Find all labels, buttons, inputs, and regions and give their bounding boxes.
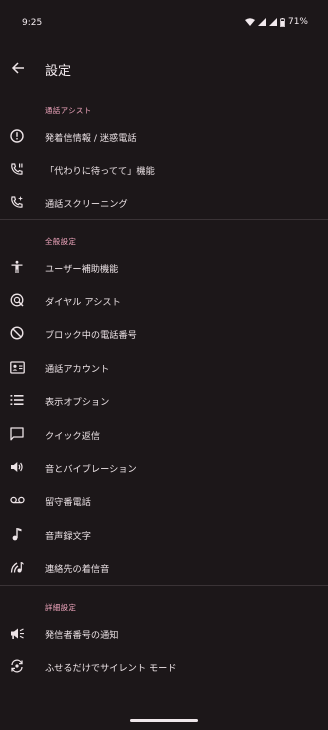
battery-percent: 71% — [287, 17, 308, 27]
setting-label: 表示オプション — [45, 397, 110, 408]
signal-icon-2 — [268, 18, 277, 26]
section-header-advanced: 詳細設定 — [45, 603, 77, 612]
status-bar: 9:25 71% — [0, 0, 328, 44]
wifi-icon — [244, 18, 255, 26]
setting-blocked-numbers[interactable]: ブロック中の電話番号 — [0, 317, 328, 350]
home-indicator[interactable] — [130, 719, 198, 722]
contact-card-icon — [9, 359, 25, 375]
phone-screening-icon — [9, 194, 25, 210]
section-divider — [0, 219, 328, 220]
status-time: 9:25 — [22, 18, 43, 28]
setting-sounds-vibration[interactable]: 音とバイブレーション — [0, 451, 328, 484]
setting-label: 通話アカウント — [45, 364, 110, 375]
section-header-call-assist: 通話アシスト — [45, 106, 92, 115]
setting-label: 発着信情報 / 迷惑電話 — [45, 133, 137, 144]
setting-label: 発信者番号の通知 — [45, 630, 119, 641]
volume-icon — [9, 459, 25, 475]
back-button[interactable] — [4, 52, 32, 86]
section-divider — [0, 585, 328, 586]
section-header-general: 全般設定 — [45, 237, 77, 246]
setting-caller-id-announcement[interactable]: 発信者番号の通知 — [0, 617, 328, 650]
ringtone-icon — [9, 559, 25, 575]
setting-hold-for-me[interactable]: 「代わりに待ってて」機能 — [0, 153, 328, 186]
setting-dial-assist[interactable]: ダイヤル アシスト — [0, 284, 328, 317]
flip-silence-icon — [9, 658, 25, 674]
setting-contact-ringtones[interactable]: 連絡先の着信音 — [0, 551, 328, 584]
setting-label: 音声録文字 — [45, 531, 91, 542]
battery-icon — [280, 17, 285, 27]
setting-caller-id-spam[interactable]: 発着信情報 / 迷惑電話 — [0, 120, 328, 153]
signal-icon — [257, 18, 266, 26]
setting-voicemail[interactable]: 留守番電話 — [0, 484, 328, 517]
setting-call-screen[interactable]: 通話スクリーニング — [0, 186, 328, 219]
setting-accessibility[interactable]: ユーザー補助機能 — [0, 251, 328, 284]
list-icon — [9, 392, 25, 408]
megaphone-icon — [9, 625, 25, 641]
setting-label: ユーザー補助機能 — [45, 264, 119, 275]
app-bar: 設定 — [0, 48, 328, 90]
arrow-back-icon — [11, 60, 25, 79]
block-icon — [9, 325, 25, 341]
setting-label: ダイヤル アシスト — [45, 297, 121, 308]
setting-quick-responses[interactable]: クイック返信 — [0, 418, 328, 451]
setting-label: ブロック中の電話番号 — [45, 330, 137, 341]
status-icons: 71% — [244, 17, 308, 27]
setting-label: クイック返信 — [45, 431, 101, 442]
accessibility-icon — [9, 259, 25, 275]
setting-label: 音とバイブレーション — [45, 464, 137, 475]
setting-flip-to-shh[interactable]: ふせるだけでサイレント モード — [0, 650, 328, 683]
setting-label: 連絡先の着信音 — [45, 564, 110, 575]
setting-label: ふせるだけでサイレント モード — [45, 663, 177, 674]
page-title: 設定 — [45, 64, 72, 79]
setting-label: 留守番電話 — [45, 497, 91, 508]
setting-calling-accounts[interactable]: 通話アカウント — [0, 351, 328, 384]
voicemail-icon — [9, 492, 25, 508]
dial-assist-icon — [9, 292, 25, 308]
info-circle-icon — [9, 128, 25, 144]
setting-display-options[interactable]: 表示オプション — [0, 384, 328, 417]
setting-label: 通話スクリーニング — [45, 199, 128, 210]
music-note-icon — [9, 526, 25, 542]
setting-voice-transcription[interactable]: 音声録文字 — [0, 518, 328, 551]
phone-hold-icon — [9, 161, 25, 177]
setting-label: 「代わりに待ってて」機能 — [45, 166, 155, 177]
message-icon — [9, 426, 25, 442]
